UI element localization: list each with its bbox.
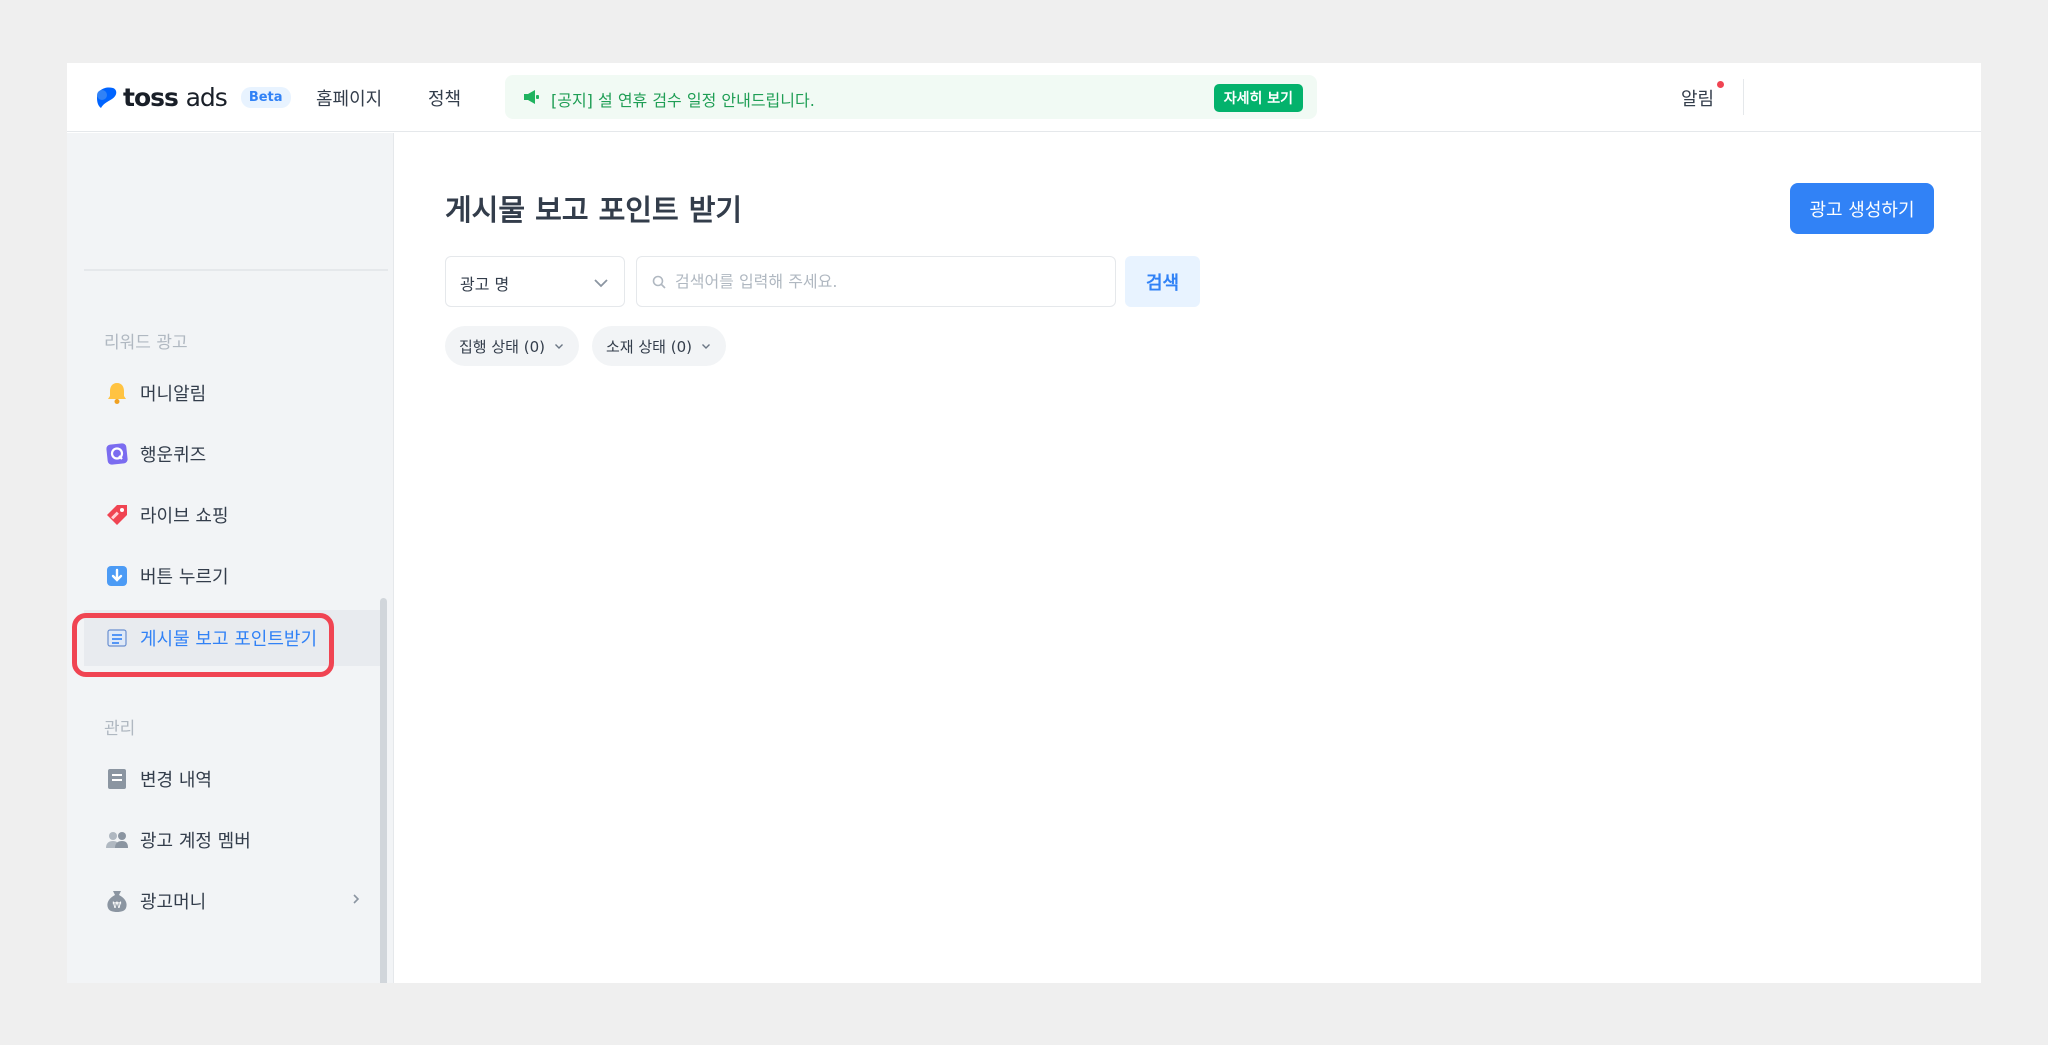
users-icon xyxy=(106,832,128,848)
chevron-down-icon xyxy=(701,344,710,349)
sidebar-item-label: 머니알림 xyxy=(140,384,207,405)
notice-detail-button[interactable]: 자세히 보기 xyxy=(1213,84,1303,112)
alarm-badge-dot xyxy=(1717,81,1724,88)
filter-label: 소재 상태 (0) xyxy=(606,337,692,356)
search-box xyxy=(636,256,1116,307)
toss-ads-logo[interactable]: toss ads Beta xyxy=(93,82,291,112)
bell-icon xyxy=(108,383,126,404)
top-header: toss ads Beta 홈페이지 정책 [공지] 설 연휴 검수 일정 안내… xyxy=(67,63,1981,132)
chevron-down-icon xyxy=(554,344,563,349)
header-divider xyxy=(1743,79,1744,115)
search-field-select[interactable]: 광고 명 xyxy=(445,256,625,307)
sidebar-item-money-alarm[interactable]: 머니알림 xyxy=(84,365,386,421)
svg-text:₩: ₩ xyxy=(113,901,122,911)
section-reward-ads: 리워드 광고 xyxy=(104,333,188,353)
search-input[interactable] xyxy=(675,257,1105,306)
section-management: 관리 xyxy=(104,719,136,739)
sidebar-item-button-press[interactable]: 버튼 누르기 xyxy=(84,548,386,604)
sidebar-item-change-history[interactable]: 변경 내역 xyxy=(84,751,386,807)
toss-logo-icon xyxy=(97,87,117,108)
press-button-icon xyxy=(107,566,127,586)
sidebar-item-label: 광고 계정 멤버 xyxy=(140,831,251,852)
nav-policy[interactable]: 정책 xyxy=(428,85,461,111)
page-title: 게시물 보고 포인트 받기 xyxy=(445,193,743,227)
filter-material-status[interactable]: 소재 상태 (0) xyxy=(592,326,726,366)
sidebar-item-label: 광고머니 xyxy=(140,892,207,913)
sidebar-scrollbar[interactable] xyxy=(380,598,387,983)
megaphone-icon xyxy=(524,90,539,104)
create-ad-button[interactable]: 광고 생성하기 xyxy=(1790,183,1934,234)
live-tag-icon xyxy=(107,505,127,525)
filter-execution-status[interactable]: 집행 상태 (0) xyxy=(445,326,579,366)
document-list-icon xyxy=(108,769,126,789)
filter-label: 집행 상태 (0) xyxy=(459,337,545,356)
sidebar-item-label: 변경 내역 xyxy=(140,770,212,791)
highlight-annotation xyxy=(72,613,334,677)
logo-text: toss ads xyxy=(123,82,228,112)
alarm-button[interactable]: 알림 xyxy=(1681,85,1714,111)
search-icon xyxy=(652,275,666,289)
money-bag-icon: ₩ xyxy=(107,891,127,912)
sidebar-item-live-shopping[interactable]: 라이브 쇼핑 xyxy=(84,487,386,543)
quiz-icon xyxy=(106,443,128,465)
notice-banner: [공지] 설 연휴 검수 일정 안내드립니다. 자세히 보기 xyxy=(505,75,1317,119)
nav-homepage[interactable]: 홈페이지 xyxy=(316,85,382,111)
beta-badge: Beta xyxy=(240,86,291,108)
search-button[interactable]: 검색 xyxy=(1125,256,1200,307)
sidebar-item-label: 버튼 누르기 xyxy=(140,567,229,588)
chevron-down-icon xyxy=(594,279,608,288)
sidebar-item-ad-money[interactable]: ₩ 광고머니 xyxy=(84,873,386,929)
app-window: toss ads Beta 홈페이지 정책 [공지] 설 연휴 검수 일정 안내… xyxy=(67,63,1981,983)
chevron-right-icon xyxy=(353,894,360,904)
select-value: 광고 명 xyxy=(460,275,510,294)
sidebar-item-label: 라이브 쇼핑 xyxy=(140,506,229,527)
sidebar: 리워드 광고 머니알림 행운퀴즈 라이브 쇼핑 버튼 누르기 게시물 보고 포인… xyxy=(67,133,394,983)
sidebar-divider xyxy=(84,269,388,271)
sidebar-item-lucky-quiz[interactable]: 행운퀴즈 xyxy=(84,426,386,482)
sidebar-item-label: 행운퀴즈 xyxy=(140,445,207,466)
notice-text: [공지] 설 연휴 검수 일정 안내드립니다. xyxy=(551,91,815,110)
sidebar-item-account-members[interactable]: 광고 계정 멤버 xyxy=(84,812,386,868)
